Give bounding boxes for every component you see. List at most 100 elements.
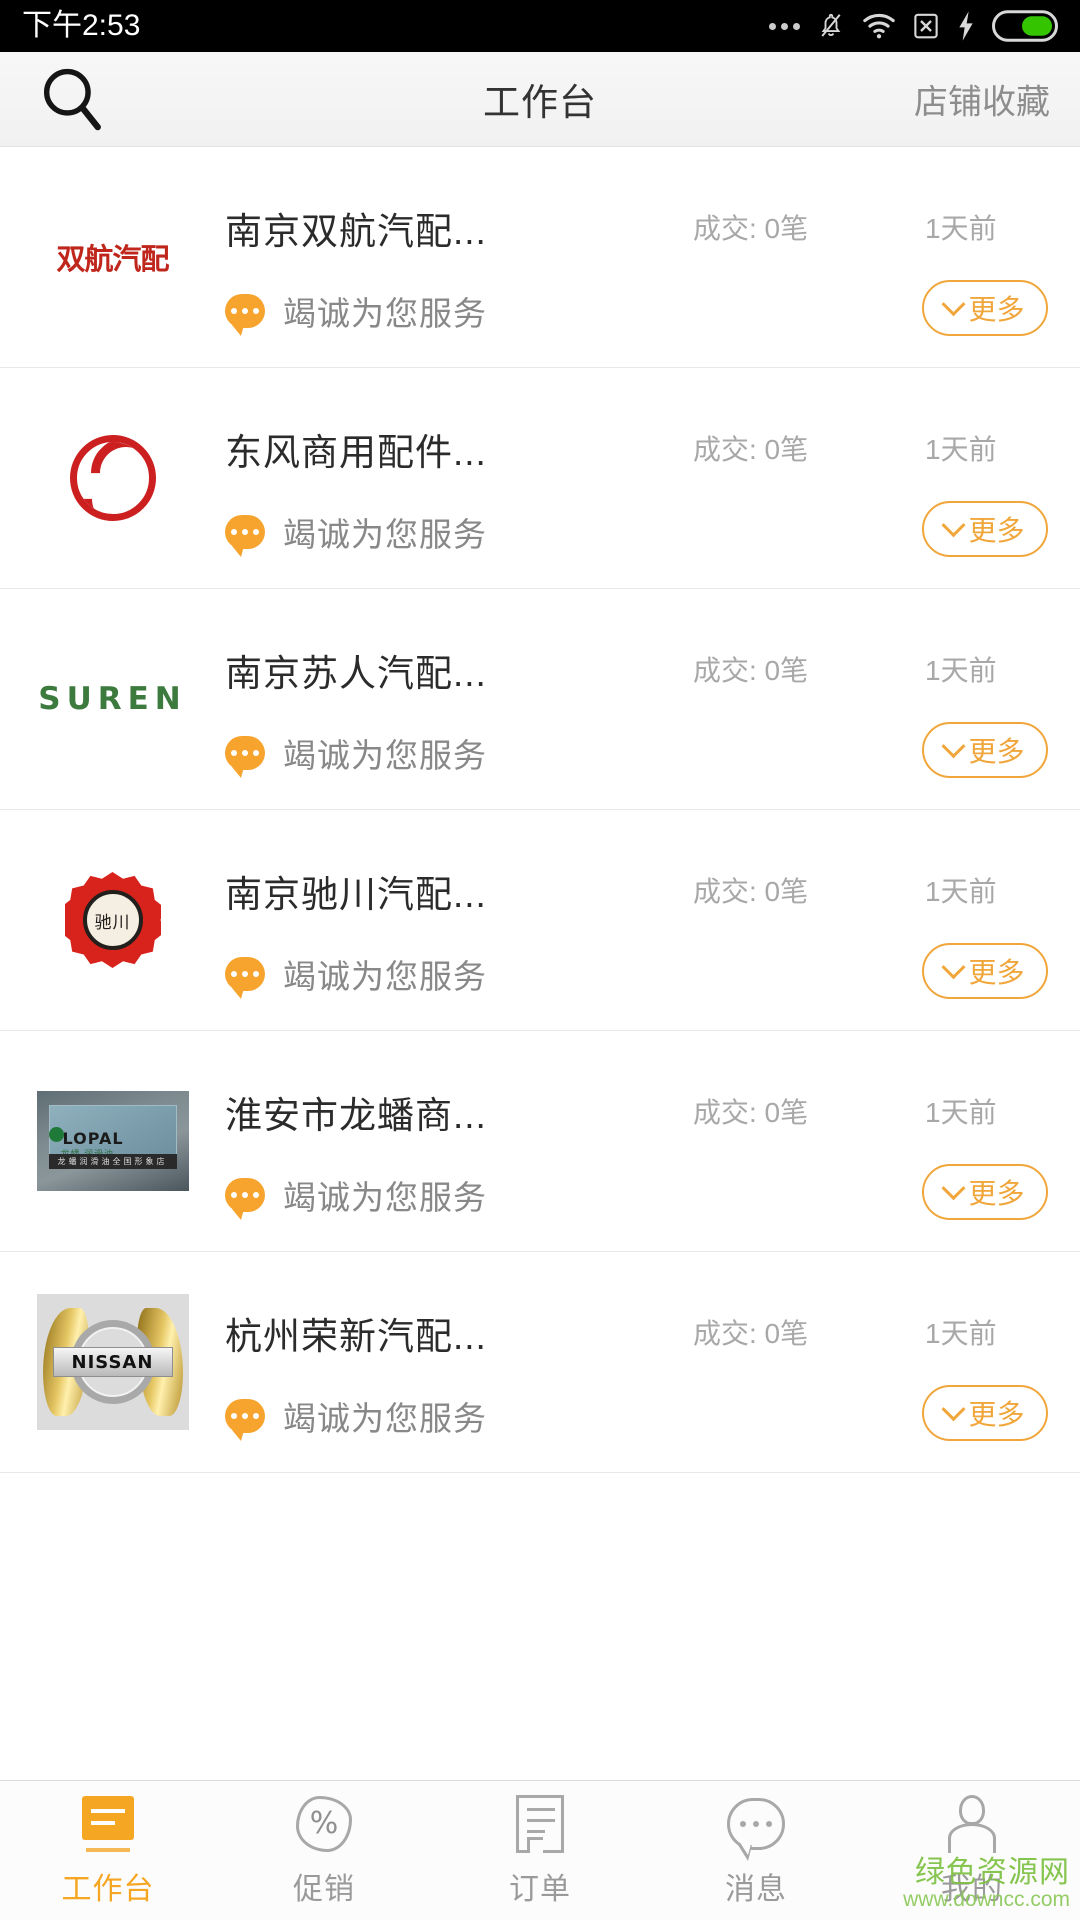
list-item-content: 南京苏人汽配... 成交: 0笔 1天前 竭诚为您服务 更多 [225, 589, 1080, 809]
tab-label: 促销 [293, 1872, 355, 1906]
shop-logo-cell: LOPAL 龙蟠 润滑油 龙蟠润滑油全国形象店 [0, 1031, 225, 1251]
sim-x-icon [914, 13, 938, 39]
shop-favorites-button[interactable]: 店铺收藏 [914, 75, 1050, 124]
shop-name: 东风商用配件... [225, 432, 487, 473]
phone-screen: 下午2:53 工作台 店铺收藏 双航汽配 南京双航汽配... 成交: 0笔 1天… [0, 0, 1080, 1920]
shop-slogan: 竭诚为您服务 [283, 1400, 487, 1437]
status-time: 下午2:53 [22, 9, 141, 42]
shop-slogan: 竭诚为您服务 [283, 516, 487, 553]
last-active-time: 1天前 [925, 655, 997, 686]
nissan-emblem-photo: NISSAN [36, 1294, 189, 1430]
charging-bolt-icon [959, 11, 973, 41]
document-icon [516, 1794, 564, 1854]
last-active-time: 1天前 [925, 213, 997, 244]
more-button-label: 更多 [968, 1399, 1025, 1430]
more-button[interactable]: 更多 [922, 722, 1048, 778]
shop-slogan: 竭诚为您服务 [283, 958, 487, 995]
tab-workbench[interactable]: 工作台 [0, 1781, 216, 1920]
wifi-icon [863, 13, 895, 39]
list-item-content: 南京双航汽配... 成交: 0笔 1天前 竭诚为您服务 更多 [225, 147, 1080, 367]
last-active-time: 1天前 [925, 434, 997, 465]
list-item[interactable]: NISSAN 杭州荣新汽配... 成交: 0笔 1天前 竭诚为您服务 更多 [0, 1252, 1080, 1473]
deal-count: 成交: 0笔 [693, 876, 809, 907]
more-button-label: 更多 [968, 1178, 1025, 1209]
more-button-label: 更多 [968, 515, 1025, 546]
chevron-down-icon [941, 1396, 967, 1421]
chevron-down-icon [941, 733, 967, 758]
more-button-label: 更多 [968, 294, 1025, 325]
gear-emblem-icon: 驰川 [64, 872, 161, 968]
tab-label: 我的 [941, 1872, 1003, 1906]
more-dots-icon [769, 22, 800, 30]
shop-logo: NISSAN [36, 1286, 189, 1438]
signboard-banner: 龙蟠润滑油全国形象店 [48, 1154, 177, 1169]
shop-slogan: 竭诚为您服务 [283, 737, 487, 774]
shop-logo: 双航汽配 [37, 181, 189, 333]
gear-core-label: 驰川 [82, 890, 143, 950]
more-button[interactable]: 更多 [922, 1164, 1048, 1220]
list-item[interactable]: 双航汽配 南京双航汽配... 成交: 0笔 1天前 竭诚为您服务 更多 [0, 147, 1080, 368]
shop-logo-cell: 双航汽配 [0, 147, 225, 367]
list-item[interactable]: SUREN 南京苏人汽配... 成交: 0笔 1天前 竭诚为您服务 更多 [0, 589, 1080, 810]
bell-muted-icon [821, 13, 841, 37]
more-button[interactable]: 更多 [922, 501, 1048, 557]
deal-count: 成交: 0笔 [693, 434, 809, 465]
chat-bubble-icon [225, 1178, 265, 1220]
list-item-content: 淮安市龙蟠商... 成交: 0笔 1天前 竭诚为您服务 更多 [225, 1031, 1080, 1251]
tab-profile[interactable]: 我的 [864, 1781, 1080, 1920]
shop-slogan-row: 竭诚为您服务 [225, 508, 487, 557]
shop-slogan: 竭诚为您服务 [283, 295, 487, 332]
shop-slogan: 竭诚为您服务 [283, 1179, 487, 1216]
logo-wordmark: 双航汽配 [56, 242, 169, 276]
shop-name: 杭州荣新汽配... [225, 1316, 487, 1357]
deal-count: 成交: 0笔 [693, 1318, 809, 1349]
app-header: 工作台 店铺收藏 [0, 52, 1080, 147]
logo-wordmark: LOPAL [62, 1129, 124, 1148]
battery-full-icon [992, 10, 1058, 42]
bottom-tab-bar: 工作台 % 促销 订单 消息 我的 绿色资源网 www.downcc.com [0, 1780, 1080, 1920]
shop-name: 南京驰川汽配... [225, 874, 487, 915]
shop-name: 南京双航汽配... [225, 211, 487, 252]
logo-wordmark: SUREN [38, 681, 187, 717]
chevron-down-icon [941, 954, 967, 979]
chevron-down-icon [941, 512, 967, 537]
list-item[interactable]: 驰川 南京驰川汽配... 成交: 0笔 1天前 竭诚为您服务 更多 [0, 810, 1080, 1031]
tab-messages[interactable]: 消息 [648, 1781, 864, 1920]
tab-label: 订单 [509, 1872, 571, 1906]
chat-bubble-icon [225, 957, 265, 999]
person-icon [946, 1794, 998, 1854]
tab-label: 工作台 [61, 1872, 155, 1906]
chat-bubble-icon [225, 294, 265, 336]
shop-logo: LOPAL 龙蟠 润滑油 龙蟠润滑油全国形象店 [36, 1065, 189, 1217]
shop-slogan-row: 竭诚为您服务 [225, 1171, 487, 1220]
more-button[interactable]: 更多 [922, 943, 1048, 999]
list-item[interactable]: LOPAL 龙蟠 润滑油 龙蟠润滑油全国形象店 淮安市龙蟠商... 成交: 0笔… [0, 1031, 1080, 1252]
chat-bubble-icon [225, 736, 265, 778]
percent-icon: % [296, 1794, 352, 1854]
shop-list[interactable]: 双航汽配 南京双航汽配... 成交: 0笔 1天前 竭诚为您服务 更多 东风商用… [0, 147, 1080, 1780]
shop-slogan-row: 竭诚为您服务 [225, 950, 487, 999]
more-button-label: 更多 [968, 736, 1025, 767]
shop-logo-cell: NISSAN [0, 1252, 225, 1472]
shop-logo-cell [0, 368, 225, 588]
last-active-time: 1天前 [925, 1097, 997, 1128]
storefront-photo: LOPAL 龙蟠 润滑油 龙蟠润滑油全国形象店 [36, 1091, 189, 1191]
tab-promotion[interactable]: % 促销 [216, 1781, 432, 1920]
shop-logo: SUREN [37, 623, 189, 775]
shop-logo-cell: SUREN [0, 589, 225, 809]
deal-count: 成交: 0笔 [693, 655, 809, 686]
workbench-icon [82, 1794, 134, 1854]
list-item[interactable]: 东风商用配件... 成交: 0笔 1天前 竭诚为您服务 更多 [0, 368, 1080, 589]
last-active-time: 1天前 [925, 876, 997, 907]
chat-bubble-icon [225, 1399, 265, 1441]
chat-bubble-icon [225, 515, 265, 557]
list-item-content: 南京驰川汽配... 成交: 0笔 1天前 竭诚为您服务 更多 [225, 810, 1080, 1030]
last-active-time: 1天前 [925, 1318, 997, 1349]
more-button[interactable]: 更多 [922, 280, 1048, 336]
lopal-mark-icon [48, 1127, 64, 1142]
deal-count: 成交: 0笔 [693, 213, 809, 244]
dongfeng-emblem-icon [69, 435, 156, 521]
shop-slogan-row: 竭诚为您服务 [225, 1392, 487, 1441]
tab-orders[interactable]: 订单 [432, 1781, 648, 1920]
more-button[interactable]: 更多 [922, 1385, 1048, 1441]
